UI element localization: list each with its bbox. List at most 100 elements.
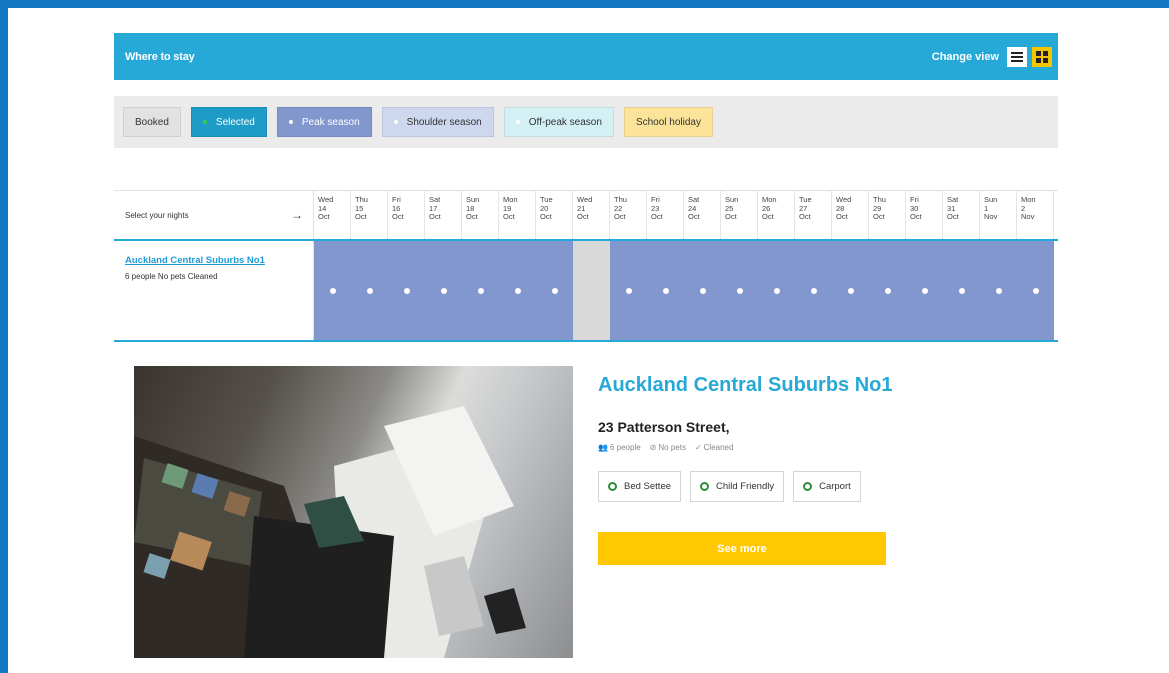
calendar-day[interactable]: Mon 19 Oct [499, 191, 536, 239]
property-address: 23 Patterson Street, [598, 419, 730, 435]
day-m: Oct [762, 212, 774, 221]
night-cell[interactable] [351, 241, 388, 340]
check-circle-icon [700, 482, 710, 491]
see-more-button[interactable]: See more [598, 532, 886, 565]
day-m: Oct [725, 212, 737, 221]
no-pets-icon: ⊘ [649, 443, 657, 452]
calendar-day[interactable]: Fri 23 Oct [647, 191, 684, 239]
calendar-day[interactable]: Mon 2 Nov [1017, 191, 1054, 239]
day-m: Oct [910, 212, 922, 221]
day-dow: Sun [984, 195, 998, 204]
calendar-day[interactable]: Thu 15 Oct [351, 191, 388, 239]
night-dot-icon [329, 287, 336, 294]
property-link[interactable]: Auckland Central Suburbs No1 [125, 255, 313, 267]
page-frame: Where to stay Change view Booked Selecte… [8, 8, 1169, 673]
day-m: Oct [318, 212, 330, 221]
arrow-right-icon: → [291, 208, 303, 222]
calendar-header: Select your nights → Wed 14 Oct Thu 15 Oct Fri… [114, 190, 1058, 239]
property-meta: 👥 6 people ⊘ No pets ✓ Cleaned [598, 443, 733, 452]
legend-dot-icon [515, 120, 520, 124]
night-cell[interactable] [388, 241, 425, 340]
calendar-day[interactable]: Sun 25 Oct [721, 191, 758, 239]
night-dot-icon [699, 287, 706, 294]
legend-chip: School holiday [623, 107, 713, 137]
night-cell[interactable] [721, 241, 758, 340]
calendar-days: Wed 14 Oct Thu 15 Oct Fri 16 Oct Sat 17 Oct Sun 18 Oct… [314, 191, 1054, 239]
calendar-day[interactable]: Thu 22 Oct [610, 191, 647, 239]
day-m: Oct [429, 212, 441, 221]
amenity-badge: Carport [793, 471, 861, 502]
night-dot-icon [847, 287, 854, 294]
legend-dot-icon [202, 120, 207, 124]
night-cell[interactable] [832, 241, 869, 340]
calendar-day[interactable]: Sat 24 Oct [684, 191, 721, 239]
calendar-day[interactable]: Fri 30 Oct [906, 191, 943, 239]
property-info: Auckland Central Suburbs No1 6 people No… [114, 241, 314, 340]
calendar-day[interactable]: Mon 26 Oct [758, 191, 795, 239]
property-photo [134, 366, 573, 658]
night-dot-icon [773, 287, 780, 294]
night-dot-icon [884, 287, 891, 294]
meta-text: No pets [658, 443, 686, 452]
change-view-label: Change view [931, 50, 999, 63]
night-dot-icon [995, 287, 1002, 294]
legend-chip: Off-peak season [503, 107, 614, 137]
calendar-day[interactable]: Wed 28 Oct [832, 191, 869, 239]
night-cell[interactable] [906, 241, 943, 340]
legend-chip: Shoulder season [381, 107, 494, 137]
night-cell[interactable] [869, 241, 906, 340]
night-cell[interactable] [647, 241, 684, 340]
amenity-label: Carport [819, 481, 851, 492]
calendar-day[interactable]: Fri 16 Oct [388, 191, 425, 239]
meta-item: ✓ Cleaned [695, 443, 734, 452]
night-cell[interactable] [425, 241, 462, 340]
meta-text: Cleaned [703, 443, 734, 452]
grid-icon [1036, 50, 1048, 63]
night-cell[interactable] [684, 241, 721, 340]
grid-view-button[interactable] [1032, 46, 1052, 67]
day-m: Oct [540, 212, 552, 221]
night-cell[interactable] [795, 241, 832, 340]
night-cell[interactable] [943, 241, 980, 340]
amenity-list: Bed Settee Child Friendly Carport [598, 471, 861, 502]
calendar-day[interactable]: Sat 31 Oct [943, 191, 980, 239]
meta-text: 6 people [609, 443, 641, 452]
check-circle-icon [803, 482, 813, 491]
property-detail: Auckland Central Suburbs No1 23 Patterso… [114, 340, 1058, 673]
calendar-day[interactable]: Sun 18 Oct [462, 191, 499, 239]
calendar-day[interactable]: Wed 14 Oct [314, 191, 351, 239]
check-circle-icon [608, 482, 617, 491]
calendar-day[interactable]: Sat 17 Oct [425, 191, 462, 239]
day-m: Oct [873, 212, 885, 221]
night-cell[interactable] [610, 241, 647, 340]
night-cell[interactable] [1017, 241, 1054, 340]
day-m: Oct [836, 212, 848, 221]
calendar-day[interactable]: Thu 29 Oct [869, 191, 906, 239]
night-cell[interactable] [499, 241, 536, 340]
list-view-button[interactable] [1007, 46, 1027, 67]
day-m: Oct [392, 212, 404, 221]
calendar-day[interactable]: Wed 21 Oct [573, 191, 610, 239]
night-dot-icon [366, 287, 373, 294]
day-m: Oct [503, 212, 515, 221]
meta-item: 👥 6 people [598, 443, 641, 452]
meta-item: ⊘ No pets [650, 443, 686, 452]
day-m: Oct [799, 212, 811, 221]
calendar-day[interactable]: Tue 20 Oct [536, 191, 573, 239]
legend-bar: Booked Selected Peak season Shoulder season… [114, 96, 1058, 148]
night-cell[interactable] [758, 241, 795, 340]
calendar-day[interactable]: Sun 1 Nov [980, 191, 1017, 239]
cleaned-icon: ✓ [694, 443, 702, 452]
night-cell[interactable] [314, 241, 351, 340]
calendar-day[interactable]: Tue 27 Oct [795, 191, 832, 239]
night-cell[interactable] [462, 241, 499, 340]
night-cell[interactable] [980, 241, 1017, 340]
day-dow: Mon [1021, 195, 1036, 204]
legend-label: Shoulder season [406, 116, 482, 128]
night-dot-icon [440, 287, 447, 294]
legend-dot-icon [393, 120, 398, 124]
amenity-label: Child Friendly [716, 481, 775, 492]
night-dot-icon [921, 287, 928, 294]
night-cell[interactable] [536, 241, 573, 340]
night-dot-icon [514, 287, 521, 294]
